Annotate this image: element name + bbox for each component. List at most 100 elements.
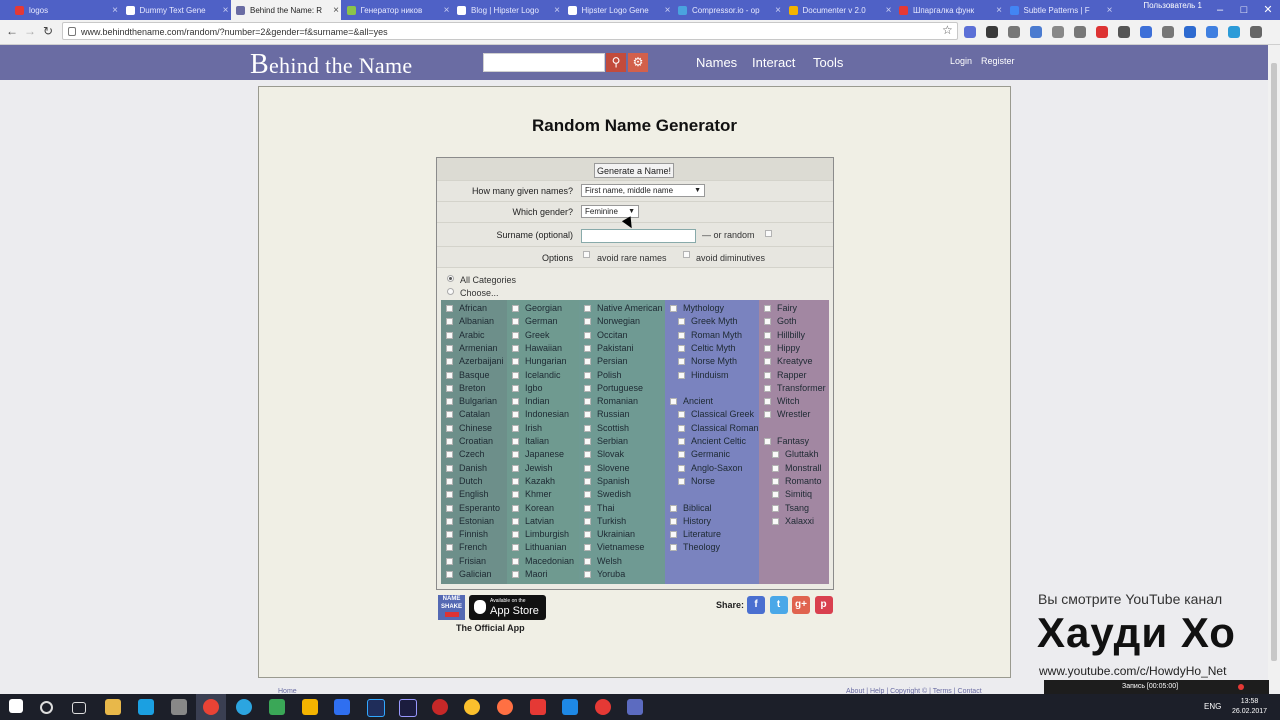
- category-checkbox[interactable]: [512, 438, 519, 445]
- nameshake-logo[interactable]: NAME SHAKE: [438, 595, 465, 620]
- clock[interactable]: 13:58 26.02.2017: [1232, 697, 1267, 717]
- category-checkbox[interactable]: [446, 504, 453, 512]
- category-checkbox[interactable]: [772, 464, 779, 472]
- category-checkbox[interactable]: [512, 517, 519, 525]
- telegram-icon[interactable]: [236, 699, 252, 715]
- surname-input[interactable]: [581, 229, 696, 243]
- close-tab-icon[interactable]: ×: [884, 5, 894, 16]
- category-checkbox[interactable]: [584, 331, 591, 339]
- close-tab-icon[interactable]: ×: [663, 5, 673, 16]
- category-checkbox[interactable]: [584, 305, 591, 312]
- category-checkbox[interactable]: [512, 491, 519, 499]
- category-checkbox[interactable]: [446, 531, 453, 539]
- category-checkbox[interactable]: [670, 531, 677, 539]
- nav-tools[interactable]: Tools: [813, 55, 843, 70]
- twitter-icon[interactable]: t: [769, 596, 788, 614]
- close-tab-icon[interactable]: ×: [221, 5, 231, 16]
- category-checkbox[interactable]: [446, 371, 453, 379]
- extension-icon[interactable]: [1184, 26, 1196, 38]
- page-scrollbar[interactable]: [1268, 45, 1280, 690]
- facebook-icon[interactable]: f: [747, 596, 765, 614]
- nav-names[interactable]: Names: [696, 55, 737, 70]
- browser-tab[interactable]: Compressor.io - op ×: [673, 0, 783, 20]
- pinterest-icon[interactable]: p: [814, 596, 833, 614]
- category-checkbox[interactable]: [764, 331, 771, 339]
- category-checkbox[interactable]: [446, 305, 453, 312]
- bookmark-star-icon[interactable]: ☆: [942, 23, 953, 37]
- category-checkbox[interactable]: [512, 371, 519, 379]
- category-checkbox[interactable]: [584, 451, 591, 459]
- category-checkbox[interactable]: [512, 318, 519, 326]
- category-checkbox[interactable]: [584, 504, 591, 512]
- category-checkbox[interactable]: [512, 464, 519, 472]
- category-checkbox[interactable]: [584, 344, 591, 352]
- extension-icon[interactable]: [986, 26, 998, 38]
- avoid-diminutives-checkbox[interactable]: [683, 251, 690, 258]
- extension-icon[interactable]: [1162, 26, 1174, 38]
- category-checkbox[interactable]: [772, 504, 779, 512]
- category-checkbox[interactable]: [678, 477, 685, 485]
- close-tab-icon[interactable]: ×: [442, 5, 452, 16]
- category-checkbox[interactable]: [772, 517, 779, 525]
- page-info-icon[interactable]: [68, 27, 76, 36]
- category-checkbox[interactable]: [584, 491, 591, 499]
- search-icon[interactable]: [40, 701, 53, 714]
- chrome-icon[interactable]: [203, 699, 219, 715]
- record-app-icon[interactable]: [432, 699, 448, 715]
- close-tab-icon[interactable]: ×: [773, 5, 783, 16]
- extension-icon[interactable]: [1052, 26, 1064, 38]
- category-checkbox[interactable]: [584, 557, 591, 565]
- opera-icon[interactable]: [595, 699, 611, 715]
- category-checkbox[interactable]: [512, 571, 519, 578]
- generate-button[interactable]: Generate a Name!: [594, 163, 674, 178]
- category-checkbox[interactable]: [584, 384, 591, 392]
- extension-icon[interactable]: [1096, 26, 1108, 38]
- file-explorer-icon[interactable]: [105, 699, 121, 715]
- choose-categories-radio[interactable]: [447, 288, 454, 295]
- category-checkbox[interactable]: [678, 451, 685, 459]
- close-tab-icon[interactable]: ×: [1105, 5, 1115, 16]
- category-checkbox[interactable]: [446, 477, 453, 485]
- category-checkbox[interactable]: [764, 371, 771, 379]
- extension-icon[interactable]: [1118, 26, 1130, 38]
- category-checkbox[interactable]: [584, 517, 591, 525]
- extension-icon[interactable]: [964, 26, 976, 38]
- app-icon[interactable]: [334, 699, 350, 715]
- category-checkbox[interactable]: [670, 504, 677, 512]
- category-checkbox[interactable]: [764, 318, 771, 326]
- app-icon[interactable]: [627, 699, 643, 715]
- category-checkbox[interactable]: [584, 398, 591, 406]
- category-checkbox[interactable]: [584, 544, 591, 552]
- avoid-rare-checkbox[interactable]: [583, 251, 590, 258]
- menu-icon[interactable]: [1250, 26, 1262, 38]
- category-checkbox[interactable]: [584, 371, 591, 379]
- category-checkbox[interactable]: [446, 318, 453, 326]
- skype-icon[interactable]: [138, 699, 154, 715]
- task-view-icon[interactable]: [72, 702, 86, 714]
- category-checkbox[interactable]: [512, 557, 519, 565]
- app-store-badge[interactable]: Available on the App Store: [469, 595, 546, 620]
- category-checkbox[interactable]: [512, 504, 519, 512]
- extension-icon[interactable]: [1008, 26, 1020, 38]
- given-names-select[interactable]: First name, middle name ▼: [581, 184, 705, 197]
- category-checkbox[interactable]: [512, 305, 519, 312]
- browser-tab[interactable]: Шпаргалка функ ×: [894, 0, 1004, 20]
- random-surname-checkbox[interactable]: [765, 230, 772, 237]
- app-icon[interactable]: [464, 699, 480, 715]
- category-checkbox[interactable]: [670, 305, 677, 312]
- windows-start-icon[interactable]: [9, 699, 23, 713]
- url-field[interactable]: www.behindthename.com/random/?number=2&g…: [62, 22, 958, 40]
- forward-icon[interactable]: →: [22, 23, 38, 39]
- category-checkbox[interactable]: [446, 344, 453, 352]
- category-checkbox[interactable]: [446, 331, 453, 339]
- browser-tab[interactable]: Генератор ников ×: [342, 0, 452, 20]
- category-checkbox[interactable]: [584, 318, 591, 326]
- search-icon[interactable]: ⚲: [606, 53, 626, 72]
- maximize-icon[interactable]: □: [1232, 0, 1256, 20]
- profile-label[interactable]: Пользователь 1: [1143, 1, 1202, 10]
- category-checkbox[interactable]: [446, 517, 453, 525]
- category-checkbox[interactable]: [678, 411, 685, 419]
- browser-tab[interactable]: logos ×: [10, 0, 120, 20]
- record-icon[interactable]: [1238, 684, 1244, 690]
- all-categories-radio[interactable]: [447, 275, 454, 282]
